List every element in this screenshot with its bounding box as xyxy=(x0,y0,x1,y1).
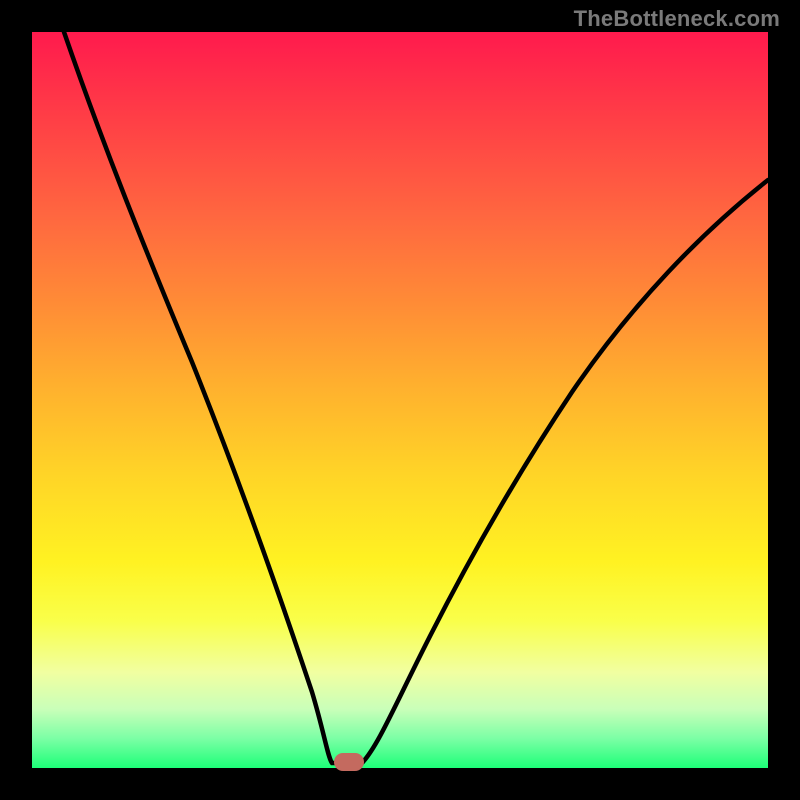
bottleneck-curve xyxy=(32,32,768,768)
curve-path-left xyxy=(64,32,354,763)
optimal-point-marker xyxy=(334,753,364,771)
chart-frame: TheBottleneck.com xyxy=(0,0,800,800)
watermark-text: TheBottleneck.com xyxy=(574,6,780,32)
curve-path-right xyxy=(362,180,768,763)
plot-area xyxy=(32,32,768,768)
